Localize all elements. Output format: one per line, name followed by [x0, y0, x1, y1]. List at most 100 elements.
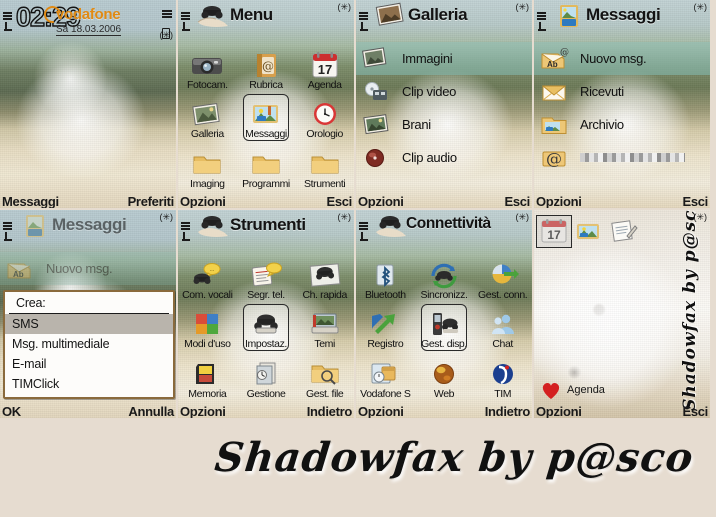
softkey-right[interactable]: Preferiti [128, 194, 175, 208]
softkey-right[interactable]: Indietro [485, 404, 531, 418]
page-title: Menu [230, 5, 273, 24]
create-message-popup[interactable]: Crea: SMS Msg. multimediale E-mail TIMCl… [3, 290, 175, 399]
grid-item-programmi[interactable]: Programmi [237, 141, 296, 191]
grid-item-modi-uso[interactable]: Modi d'uso [178, 302, 237, 352]
grid-item-chat[interactable]: Chat [473, 302, 532, 352]
list-item-nuovo-msg[interactable]: Ab @ Nuovo msg. [534, 42, 710, 75]
list-item-immagini[interactable]: Immagini [356, 42, 532, 75]
shortcut-notes[interactable] [609, 218, 639, 245]
popup-option-sms[interactable]: SMS [5, 314, 173, 334]
antenna-icon [182, 22, 190, 31]
softkey-left[interactable]: Opzioni [180, 404, 226, 418]
softkey-right[interactable]: Esci [682, 404, 708, 418]
grid-item-gest-disp[interactable]: Gest. disp. [415, 302, 474, 352]
antenna-icon [4, 232, 12, 241]
grid-item-ch-rapida[interactable]: Ch. rapida [295, 252, 354, 302]
panel-connettivita[interactable]: Connettività (✳) Bluetooth Sincronizz. G… [356, 210, 532, 418]
profiles-icon [190, 309, 224, 339]
status-bar: 02:29 vodafone Sa 18.03.2006 (✳) [0, 0, 176, 42]
email-icon: @ [540, 145, 570, 171]
grid-item-memoria[interactable]: Memoria [178, 351, 237, 401]
grid-item-vodafone-s[interactable]: Vodafone S [356, 351, 415, 401]
shortcut-messages[interactable] [574, 218, 604, 245]
list-item-ricevuti[interactable]: Ricevuti [534, 75, 710, 108]
grid-item-gest-conn[interactable]: Gest. conn. [473, 252, 532, 302]
grid-item-label: Web [433, 388, 455, 400]
list-item-clip-video[interactable]: Clip video [356, 75, 532, 108]
sync-icon [427, 260, 461, 290]
grid-item-impostaz[interactable]: Impostaz. [237, 302, 296, 352]
grid-item-label: Segr. tel. [247, 288, 285, 301]
grid-item-agenda[interactable]: 17 Agenda [295, 42, 354, 92]
grid-item-com-vocali[interactable]: ... Com. vocali [178, 252, 237, 302]
grid-item-imaging[interactable]: Imaging [178, 141, 237, 191]
grid-item-temi[interactable]: Temi [295, 302, 354, 352]
folder-icon [249, 149, 283, 179]
video-clip-icon [362, 79, 392, 105]
popup-option-timclick[interactable]: TIMClick [5, 374, 173, 394]
page-title: Connettività [406, 215, 491, 232]
grid-item-gest-file[interactable]: Gest. file [295, 351, 354, 401]
softkey-right[interactable]: Esci [682, 194, 708, 208]
softkey-right[interactable]: Indietro [307, 404, 353, 418]
grid-item-orologio[interactable]: Orologio [295, 92, 354, 142]
idle-favourite[interactable]: Agenda [540, 380, 605, 400]
softkey-left[interactable]: Messaggi [2, 194, 59, 208]
messages-icon [18, 212, 52, 242]
grid-item-fotocam[interactable]: Fotocam. [178, 42, 237, 92]
grid-item-label: Ch. rapida [302, 288, 347, 301]
softkey-right[interactable]: Esci [326, 194, 352, 208]
softkey-left[interactable]: Opzioni [536, 404, 582, 418]
panel-menu[interactable]: Menu (✳) Fotocam. @ Rubrica 17 Agenda Ga… [178, 0, 354, 208]
grid-item-galleria[interactable]: Galleria [178, 92, 237, 142]
softkey-right[interactable]: Annulla [128, 404, 174, 418]
list-item-brani[interactable]: Brani [356, 108, 532, 141]
list-item-archivio[interactable]: Archivio [534, 108, 710, 141]
popup-option-email[interactable]: E-mail [5, 354, 173, 374]
antenna-icon [360, 232, 368, 241]
phone-in-hand-icon [196, 212, 230, 242]
grid-item-strumenti[interactable]: Strumenti [295, 141, 354, 191]
grid-item-gestione[interactable]: Gestione [237, 351, 296, 401]
bluetooth-status-icon: (✳) [337, 2, 351, 12]
panel-idle-home[interactable]: 02:29 vodafone Sa 18.03.2006 (✳) Messagg… [0, 0, 176, 208]
softkey-left[interactable]: OK [2, 404, 21, 418]
softkey-left[interactable]: Opzioni [358, 404, 404, 418]
panel-galleria[interactable]: Galleria (✳) Immagini Clip video Brani C… [356, 0, 532, 208]
grid-item-bluetooth[interactable]: Bluetooth [356, 252, 415, 302]
grid-item-sincronizz[interactable]: Sincronizz. [415, 252, 474, 302]
list-item-clip-audio[interactable]: Clip audio [356, 141, 532, 174]
popup-option-mms[interactable]: Msg. multimediale [5, 334, 173, 354]
operator-name: vodafone [56, 6, 121, 23]
grid-item-segr-tel[interactable]: Segr. tel. [237, 252, 296, 302]
list-item-censored[interactable]: @ [534, 141, 710, 174]
grid-item-label: Agenda [307, 78, 342, 91]
new-message-icon: Ab [6, 256, 36, 282]
grid-item-registro[interactable]: Registro [356, 302, 415, 352]
softkey-left[interactable]: Opzioni [536, 194, 582, 208]
softkey-left[interactable]: Opzioni [180, 194, 226, 208]
softkey-right[interactable]: Esci [504, 194, 530, 208]
theme-watermark-text: Shadowfax by p@sco [680, 210, 701, 411]
panel-messaggi-popup[interactable]: Messaggi (✳) Ab Nuovo msg. Crea: SMS Msg… [0, 210, 176, 418]
grid-item-tim[interactable]: TIM [473, 351, 532, 401]
grid-menu: ... Com. vocali Segr. tel. Ch. rapida Mo… [178, 252, 354, 401]
new-message-icon: Ab @ [540, 46, 570, 72]
page-title: Messaggi [52, 215, 127, 234]
messages-icon [552, 2, 586, 32]
panel-messaggi[interactable]: Messaggi (✳) Ab @ Nuovo msg. Ricevuti Ar… [534, 0, 710, 208]
softkey-left[interactable]: Opzioni [358, 194, 404, 208]
grid-item-messaggi[interactable]: Messaggi [237, 92, 296, 142]
tim-icon [486, 359, 520, 389]
panel-idle-shortcuts[interactable]: 17 Shadowfax by p@sco Agenda (✳) Opzioni… [534, 210, 710, 418]
grid-item-label: TIM [494, 388, 512, 400]
shortcut-calendar[interactable]: 17 [536, 215, 572, 248]
svg-text:Ab: Ab [13, 270, 24, 279]
grid-item-rubrica[interactable]: @ Rubrica [237, 42, 296, 92]
list-item-label: Immagini [402, 51, 453, 66]
panel-strumenti[interactable]: Strumenti (✳) ... Com. vocali Segr. tel.… [178, 210, 354, 418]
softkey-bar: Opzioni Indietro [356, 401, 532, 418]
idle-date-text: Sa 18.03.2006 [56, 24, 122, 36]
grid-item-web[interactable]: Web [415, 351, 474, 401]
grid-item-label: Programmi [242, 178, 290, 190]
